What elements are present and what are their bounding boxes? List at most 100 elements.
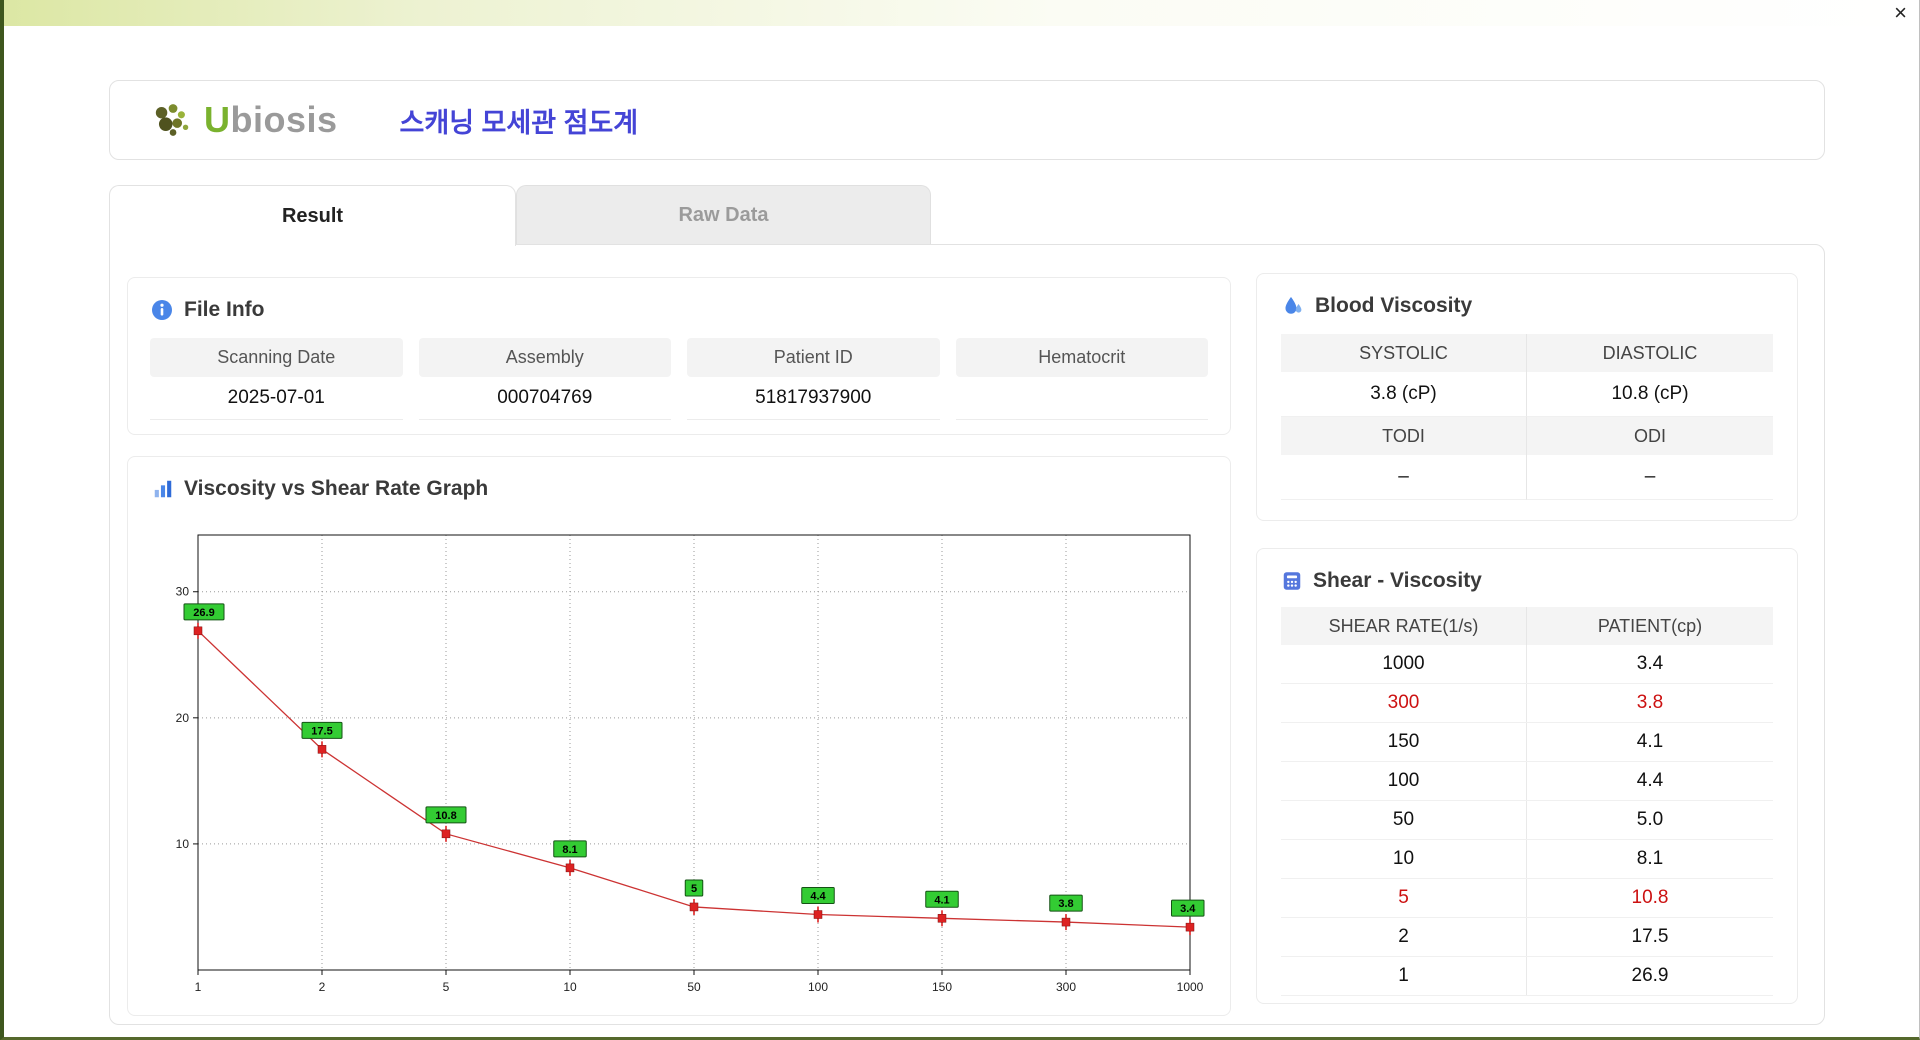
field-label: Hematocrit (955, 338, 1208, 377)
shear-rate-value: 5 (1281, 879, 1527, 917)
systolic-value: 3.8 (cP) (1281, 372, 1527, 417)
svg-text:150: 150 (932, 980, 952, 994)
shear-rate-value: 50 (1281, 801, 1527, 839)
svg-text:3.4: 3.4 (1180, 903, 1196, 915)
result-panel: File Info Scanning Date 2025-07-01 Assem… (109, 244, 1825, 1025)
shear-viscosity-table: SHEAR RATE(1/s) PATIENT(cp) 1000 3.4 300… (1281, 607, 1773, 996)
shear-rate-value: 1000 (1281, 645, 1527, 683)
field-label: Scanning Date (150, 338, 403, 377)
svg-text:8.1: 8.1 (562, 844, 577, 856)
svg-text:5: 5 (691, 883, 697, 895)
blood-viscosity-title-text: Blood Viscosity (1315, 294, 1473, 317)
table-row: 100 4.4 (1281, 762, 1773, 801)
tab-raw-data-label: Raw Data (678, 203, 769, 226)
svg-text:4.4: 4.4 (810, 891, 826, 903)
systolic-header: SYSTOLIC (1281, 334, 1527, 372)
ubiosis-logo-icon (155, 104, 189, 136)
patient-viscosity-value: 4.1 (1636, 731, 1664, 752)
shear-viscosity-card: Shear - Viscosity SHEAR RATE(1/s) PATIEN… (1256, 548, 1798, 1004)
table-row: 1000 3.4 (1281, 645, 1773, 684)
svg-text:1: 1 (195, 980, 202, 994)
table-icon (1283, 572, 1301, 590)
graph-title-text: Viscosity vs Shear Rate Graph (184, 477, 489, 500)
patient-column-header: PATIENT(cp) (1597, 616, 1703, 636)
todi-header: TODI (1281, 417, 1527, 455)
svg-text:2: 2 (319, 980, 326, 994)
patient-viscosity-value: 10.8 (1631, 887, 1669, 908)
logo: Ubiosis (148, 99, 338, 141)
odi-value: – (1527, 455, 1773, 500)
odi-header: ODI (1527, 417, 1773, 455)
field-value: 2025-07-01 (150, 377, 403, 420)
table-row: 10 8.1 (1281, 840, 1773, 879)
svg-text:3.8: 3.8 (1058, 898, 1073, 910)
patient-viscosity-value: 8.1 (1636, 848, 1664, 869)
field-label: Assembly (418, 338, 671, 377)
tab-result-label: Result (281, 204, 344, 227)
tab-raw-data[interactable]: Raw Data (516, 185, 931, 244)
svg-text:5: 5 (443, 980, 450, 994)
header: Ubiosis 스캐닝 모세관 점도계 (109, 80, 1825, 160)
graph-title: Viscosity vs Shear Rate Graph (128, 477, 1230, 501)
table-row: 1 26.9 (1281, 957, 1773, 996)
field-scanning-date: Scanning Date 2025-07-01 (150, 338, 403, 420)
chart-point (1185, 922, 1195, 932)
logo-text: Ubiosis (204, 99, 338, 140)
diastolic-header: DIASTOLIC (1527, 334, 1773, 372)
chart-point (937, 914, 947, 923)
bar-chart-icon (154, 480, 172, 498)
svg-text:30: 30 (176, 585, 190, 599)
close-icon[interactable]: × (1894, 0, 1907, 26)
svg-text:10.8: 10.8 (435, 810, 456, 822)
chart-point (193, 626, 203, 636)
field-patient-id: Patient ID 51817937900 (687, 338, 940, 420)
shear-rate-value: 150 (1281, 723, 1527, 761)
page-title: 스캐닝 모세관 점도계 (399, 107, 639, 138)
table-row: 2 17.5 (1281, 918, 1773, 957)
file-info-fields: Scanning Date 2025-07-01 Assembly 000704… (150, 338, 1208, 420)
svg-text:300: 300 (1056, 980, 1076, 994)
blood-viscosity-title: Blood Viscosity (1281, 294, 1773, 318)
svg-text:17.5: 17.5 (311, 725, 332, 737)
svg-text:50: 50 (687, 980, 701, 994)
svg-text:26.9: 26.9 (193, 607, 214, 619)
patient-viscosity-value: 17.5 (1631, 926, 1669, 947)
patient-viscosity-value: 5.0 (1636, 809, 1664, 830)
viscosity-chart: 10 20 30 1 26.9 2 17.5 5 10.8 10 8.1 50 5 100 4.4 150 4.… (176, 534, 1205, 994)
field-assembly: Assembly 000704769 (418, 338, 671, 420)
svg-text:20: 20 (176, 711, 190, 725)
shear-rate-value: 100 (1281, 762, 1527, 800)
chart-point (689, 902, 699, 912)
field-value (955, 377, 1208, 420)
blood-viscosity-grid: SYSTOLIC DIASTOLIC 3.8 (cP) 10.8 (cP) TO… (1281, 334, 1773, 500)
chart-point (317, 745, 327, 754)
droplet-icon (1285, 297, 1302, 314)
tab-result[interactable]: Result (109, 185, 516, 246)
window-titlebar: × (4, 0, 1919, 26)
shear-rate-value: 2 (1281, 918, 1527, 956)
field-hematocrit: Hematocrit (955, 338, 1208, 420)
shear-viscosity-title-text: Shear - Viscosity (1313, 569, 1482, 592)
todi-value: – (1281, 455, 1527, 500)
graph-card: Viscosity vs Shear Rate Graph 10 20 30 1 26.… (127, 456, 1231, 1016)
table-row: 150 4.1 (1281, 723, 1773, 762)
svg-text:4.1: 4.1 (934, 894, 949, 906)
chart-point (441, 829, 451, 839)
field-value: 000704769 (418, 377, 671, 420)
file-info-title: File Info (150, 298, 1208, 322)
table-row: 300 3.8 (1281, 684, 1773, 723)
table-header-row: SHEAR RATE(1/s) PATIENT(cp) (1281, 607, 1773, 645)
table-row: 5 10.8 (1281, 879, 1773, 918)
svg-text:100: 100 (808, 980, 828, 994)
field-value: 51817937900 (687, 377, 940, 420)
patient-viscosity-value: 3.4 (1636, 653, 1664, 674)
shear-rate-value: 1 (1281, 957, 1527, 995)
svg-text:1000: 1000 (1177, 980, 1204, 994)
blood-viscosity-card: Blood Viscosity SYSTOLIC DIASTOLIC 3.8 (… (1256, 273, 1798, 521)
chart-point (565, 863, 575, 873)
file-info-card: File Info Scanning Date 2025-07-01 Assem… (127, 277, 1231, 435)
shear-rate-column-header: SHEAR RATE(1/s) (1281, 607, 1527, 645)
patient-viscosity-value: 4.4 (1636, 770, 1664, 791)
chart-point (1061, 917, 1071, 927)
svg-text:10: 10 (176, 837, 190, 851)
